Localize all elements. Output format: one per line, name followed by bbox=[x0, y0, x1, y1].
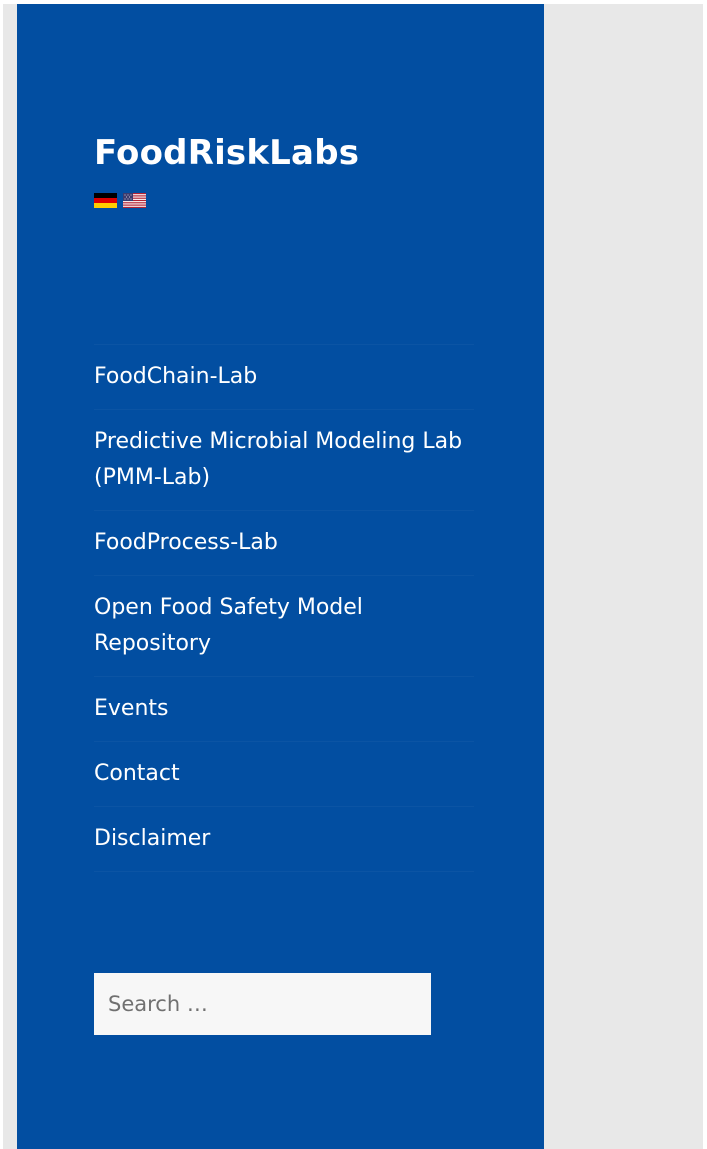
nav-link-model-repository[interactable]: Open Food Safety Model Repository bbox=[94, 590, 474, 662]
nav-item-contact: Contact bbox=[94, 741, 474, 806]
nav-item-pmm-lab: Predictive Microbial Modeling Lab (PMM-L… bbox=[94, 409, 474, 510]
nav-item-disclaimer: Disclaimer bbox=[94, 806, 474, 872]
language-switcher bbox=[94, 193, 146, 208]
nav-item-model-repository: Open Food Safety Model Repository bbox=[94, 575, 474, 676]
sidebar: FoodRiskLabs FoodChain-Lab Predictive Mi… bbox=[17, 4, 544, 1149]
search-input[interactable] bbox=[94, 973, 431, 1035]
site-title[interactable]: FoodRiskLabs bbox=[94, 128, 359, 178]
page-background: FoodRiskLabs FoodChain-Lab Predictive Mi… bbox=[3, 4, 703, 1149]
germany-flag-icon[interactable] bbox=[94, 193, 117, 208]
nav-link-contact[interactable]: Contact bbox=[94, 756, 474, 792]
nav-link-foodchain-lab[interactable]: FoodChain-Lab bbox=[94, 359, 474, 395]
nav-link-foodprocess-lab[interactable]: FoodProcess-Lab bbox=[94, 525, 474, 561]
usa-flag-icon[interactable] bbox=[123, 193, 146, 208]
main-navigation: FoodChain-Lab Predictive Microbial Model… bbox=[94, 344, 474, 872]
nav-item-foodchain-lab: FoodChain-Lab bbox=[94, 344, 474, 409]
nav-item-events: Events bbox=[94, 676, 474, 741]
nav-link-disclaimer[interactable]: Disclaimer bbox=[94, 821, 474, 857]
nav-item-foodprocess-lab: FoodProcess-Lab bbox=[94, 510, 474, 575]
nav-link-pmm-lab[interactable]: Predictive Microbial Modeling Lab (PMM-L… bbox=[94, 424, 474, 496]
nav-link-events[interactable]: Events bbox=[94, 691, 474, 727]
